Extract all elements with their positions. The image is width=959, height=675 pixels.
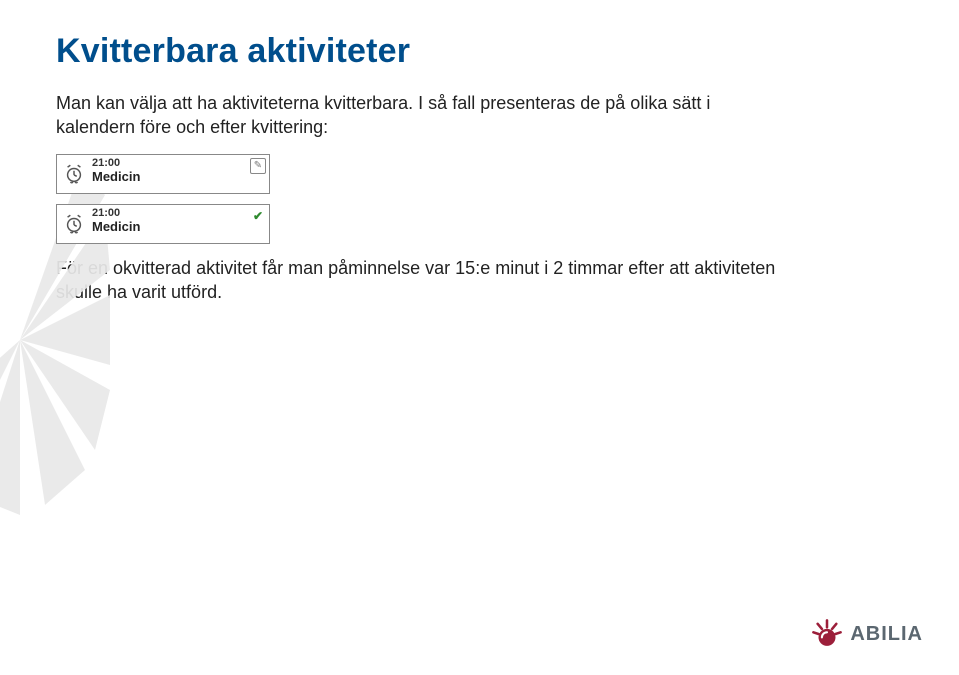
activity-card-pending: 21:00 Medicin ✎ — [56, 154, 270, 194]
check-icon: ✔ — [253, 209, 263, 223]
brand-name: ABILIA — [850, 623, 923, 646]
status-done-box: ✔ — [250, 208, 266, 224]
brand-footer: ABILIA — [810, 617, 923, 651]
intro-paragraph: Man kan välja att ha aktiviteterna kvitt… — [56, 91, 776, 140]
alarm-icon — [63, 213, 85, 235]
alarm-icon-wrapper — [57, 155, 91, 193]
status-pending-box: ✎ — [250, 158, 266, 174]
activity-examples: 21:00 Medicin ✎ 21:00 — [56, 154, 903, 244]
activity-time: 21:00 — [92, 158, 265, 169]
activity-time: 21:00 — [92, 208, 265, 219]
alarm-icon-wrapper — [57, 205, 91, 243]
reminder-paragraph: För en okvitterad aktivitet får man påmi… — [56, 256, 776, 305]
abilia-logo-icon — [810, 617, 844, 651]
page-title: Kvitterbara aktiviteter — [56, 32, 903, 71]
activity-label: Medicin — [92, 219, 265, 236]
activity-card-done: 21:00 Medicin ✔ — [56, 204, 270, 244]
slide: Kvitterbara aktiviteter Man kan välja at… — [0, 0, 959, 675]
pencil-icon: ✎ — [254, 160, 262, 171]
alarm-icon — [63, 163, 85, 185]
activity-label: Medicin — [92, 169, 265, 186]
